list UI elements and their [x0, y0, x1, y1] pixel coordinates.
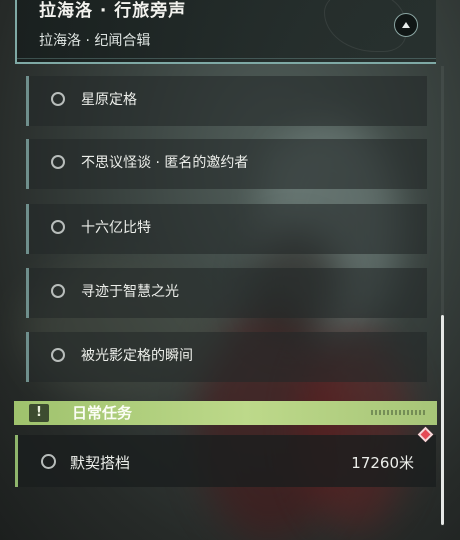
quest-circle-icon	[51, 220, 65, 234]
collapse-arrow-icon	[402, 22, 410, 28]
quest-item[interactable]: 不思议怪谈 · 匿名的邀约者	[26, 139, 427, 189]
scrollbar-thumb[interactable]	[441, 315, 444, 525]
quest-item[interactable]: 十六亿比特	[26, 204, 427, 254]
quest-item[interactable]: 寻迹于智慧之光	[26, 268, 427, 318]
warning-icon: !	[29, 404, 49, 422]
quest-category-header[interactable]: 拉海洛 · 行旅旁声 拉海洛 · 纪闻合辑	[15, 0, 436, 64]
distance-value: 17260米	[351, 454, 414, 472]
daily-quest-label: 默契搭档	[70, 454, 131, 472]
quest-circle-icon	[41, 454, 56, 469]
quest-label: 被光影定格的瞬间	[81, 348, 193, 364]
category-title: 拉海洛 · 行旅旁声	[39, 1, 187, 21]
quest-circle-icon	[51, 92, 65, 106]
quest-circle-icon	[51, 284, 65, 298]
quest-circle-icon	[51, 155, 65, 169]
section-title: 日常任务	[72, 404, 133, 422]
daily-quest-item[interactable]: 默契搭档 17260米	[15, 435, 436, 487]
quest-item[interactable]: 被光影定格的瞬间	[26, 332, 427, 382]
collapse-button[interactable]	[394, 13, 418, 37]
quest-circle-icon	[51, 348, 65, 362]
quest-label: 十六亿比特	[81, 220, 151, 236]
quest-item[interactable]: 星原定格	[26, 76, 427, 126]
quest-label: 星原定格	[81, 92, 137, 108]
section-decoration	[371, 410, 427, 415]
daily-quest-section-header[interactable]: ! 日常任务	[14, 401, 437, 425]
quest-label: 寻迹于智慧之光	[81, 284, 179, 300]
quest-label: 不思议怪谈 · 匿名的邀约者	[81, 155, 249, 171]
category-subtitle: 拉海洛 · 纪闻合辑	[39, 33, 151, 49]
